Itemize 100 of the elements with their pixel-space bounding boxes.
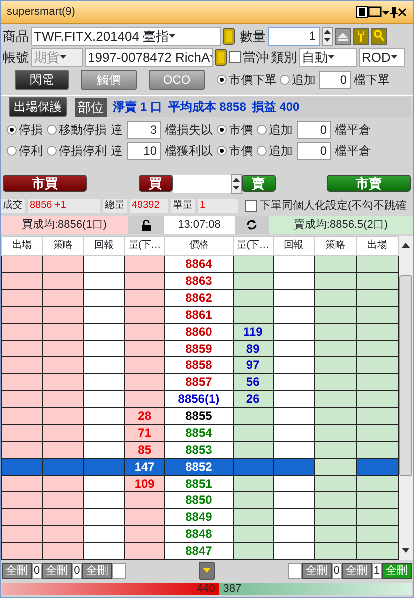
table-cell[interactable] [84,374,125,391]
table-cell[interactable] [124,289,165,306]
table-cell[interactable]: 8851 [164,475,234,492]
table-cell[interactable]: 119 [233,323,274,340]
table-cell[interactable] [2,475,43,492]
table-cell[interactable] [84,508,125,526]
table-cell[interactable] [356,526,398,543]
table-cell[interactable] [314,356,356,374]
radio-button[interactable] [257,146,267,156]
table-cell[interactable] [2,323,43,340]
table-cell[interactable] [356,408,398,424]
scrollbar[interactable] [399,236,413,560]
close-icon[interactable] [398,6,407,18]
table-cell[interactable] [42,256,84,273]
table-cell[interactable] [84,390,125,408]
table-cell[interactable] [356,306,398,324]
table-cell[interactable]: 8853 [164,441,234,458]
table-cell[interactable] [2,458,43,476]
lock-icon[interactable] [215,48,227,66]
table-cell[interactable] [84,356,125,374]
table-cell[interactable] [124,356,165,374]
spinner[interactable] [322,26,333,46]
table-cell[interactable] [314,256,356,273]
account-dropdown[interactable]: 1997-0078472 RichA [85,48,213,67]
table-cell[interactable] [84,458,125,476]
table-cell[interactable] [124,508,165,526]
column-header[interactable]: 回報 [273,236,314,256]
table-cell[interactable] [42,356,84,374]
table-cell[interactable] [42,441,84,458]
table-cell[interactable] [233,424,274,442]
radio-button[interactable] [217,75,227,86]
table-cell[interactable] [314,458,356,476]
table-cell[interactable] [356,374,398,391]
product-dropdown[interactable]: TWF.FITX.201404 臺指 [31,26,221,46]
market-sell-button[interactable]: 市賣 [327,175,411,192]
table-cell[interactable] [2,441,43,458]
table-cell[interactable] [356,323,398,340]
table-cell[interactable]: 109 [124,475,165,492]
table-cell[interactable] [84,323,125,340]
table-cell[interactable] [314,289,356,306]
delete-all-button[interactable]: 全刪 [382,562,412,579]
table-cell[interactable] [124,542,165,560]
table-cell[interactable] [84,408,125,424]
order-type-dropdown[interactable]: ROD [359,48,405,67]
checkbox[interactable] [245,200,257,212]
wrench-icon[interactable] [353,28,369,45]
table-cell[interactable]: 26 [233,390,274,408]
table-cell[interactable] [42,340,84,357]
category-dropdown[interactable]: 自動 [299,48,357,67]
table-cell[interactable] [273,289,314,306]
table-cell[interactable]: 8858 [164,356,234,374]
radio-button[interactable] [7,146,17,156]
table-cell[interactable] [273,542,314,560]
table-cell[interactable] [356,508,398,526]
ticks-field[interactable]: 0 [297,120,331,139]
table-cell[interactable] [42,424,84,442]
table-cell[interactable] [2,408,43,424]
table-cell[interactable] [84,526,125,543]
delete-all-button[interactable]: 全刪 [302,562,332,579]
column-header[interactable]: 策略 [42,236,84,256]
table-cell[interactable]: 85 [124,441,165,458]
table-cell[interactable] [2,340,43,357]
table-cell[interactable] [273,408,314,424]
table-cell[interactable]: 8859 [164,340,234,357]
table-cell[interactable] [314,340,356,357]
table-cell[interactable] [356,340,398,357]
table-cell[interactable] [233,542,274,560]
table-cell[interactable]: 8861 [164,306,234,324]
table-cell[interactable] [356,356,398,374]
table-cell[interactable] [84,306,125,324]
table-cell[interactable] [2,289,43,306]
table-cell[interactable] [233,458,274,476]
radio-button[interactable] [47,146,57,156]
table-cell[interactable] [84,475,125,492]
radio-button[interactable] [47,124,57,135]
table-cell[interactable] [273,323,314,340]
table-cell[interactable] [233,492,274,509]
table-cell[interactable] [314,424,356,442]
table-cell[interactable]: 8855 [164,408,234,424]
ticks-field[interactable]: 0 [319,71,351,90]
table-cell[interactable]: 8856(1) [164,390,234,408]
table-cell[interactable] [84,256,125,273]
window-icon[interactable] [368,6,382,18]
table-cell[interactable] [2,356,43,374]
table-cell[interactable] [233,272,274,290]
table-cell[interactable]: 28 [124,408,165,424]
table-cell[interactable] [356,458,398,476]
table-cell[interactable] [314,508,356,526]
ticks-field[interactable]: 10 [127,142,161,160]
delete-all-button[interactable]: 全刪 [342,562,372,579]
table-cell[interactable] [42,323,84,340]
table-cell[interactable] [314,542,356,560]
table-cell[interactable]: 8862 [164,289,234,306]
table-cell[interactable] [233,508,274,526]
table-cell[interactable] [356,492,398,509]
table-cell[interactable] [273,458,314,476]
column-header[interactable]: 出場 [356,236,398,256]
table-cell[interactable] [42,306,84,324]
table-cell[interactable] [84,272,125,290]
table-cell[interactable] [356,390,398,408]
